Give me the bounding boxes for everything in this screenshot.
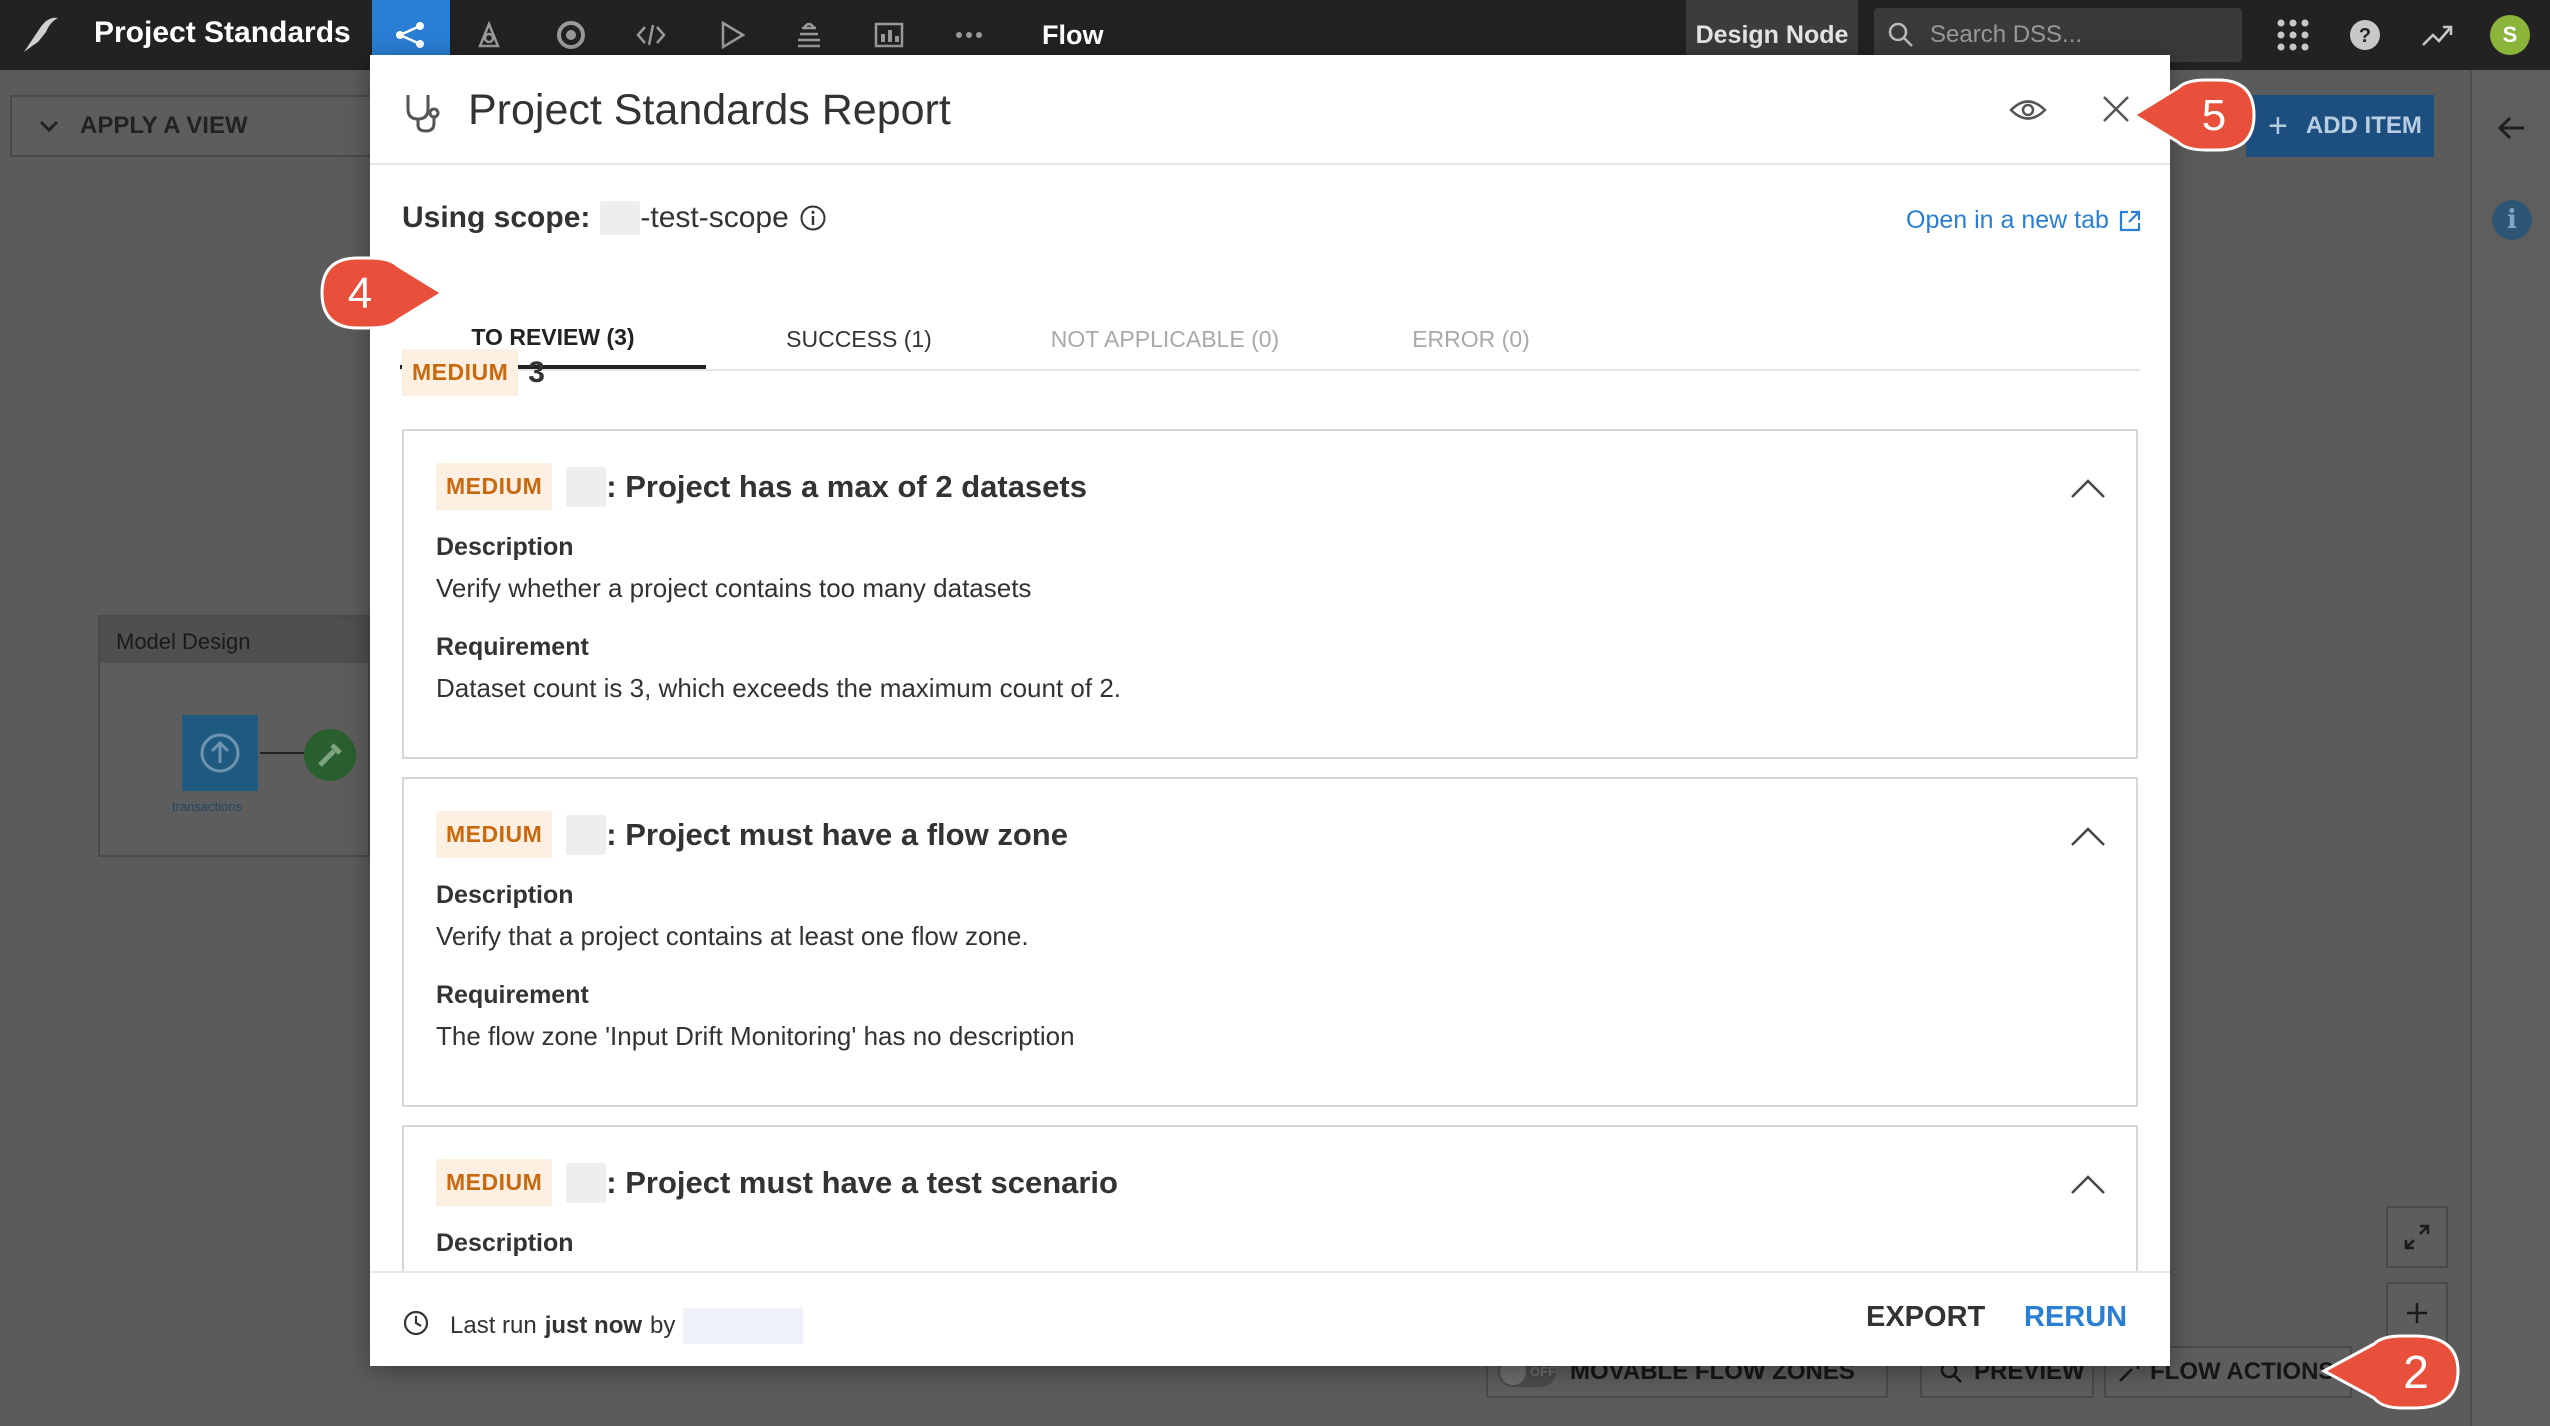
step-number-2: 2 [2403,1346,2429,1398]
current-section-label: Flow [1042,20,1104,50]
redacted-text [566,1162,607,1203]
check-card: MEDIUM : Project must have a flow zone D… [402,777,2138,1107]
search-input[interactable] [1930,16,2230,54]
description-text: Verify whether a project contains too ma… [436,573,1032,603]
info-icon[interactable] [799,204,827,232]
description-text: Verify that a project contains at least … [436,921,1029,951]
checks-list[interactable]: MEDIUM : Project has a max of 2 datasets… [402,429,2142,1291]
dataset-label: transactions [172,799,243,814]
requirement-text: Dataset count is 3, which exceeds the ma… [436,673,1122,703]
check-header[interactable]: MEDIUM : Project has a max of 2 datasets [436,463,1087,510]
description-label: Description [436,881,574,909]
last-run-by: by [650,1312,676,1339]
redacted-text [566,814,607,855]
step-callout-4: 4 [320,256,445,330]
flow-zone-name: Model Design [100,617,368,663]
requirement-text: The flow zone 'Input Drift Monitoring' h… [436,1021,1075,1051]
check-header[interactable]: MEDIUM : Project must have a flow zone [436,811,1068,858]
eye-icon[interactable] [2008,95,2048,125]
apply-view-label: APPLY A VIEW [80,112,248,139]
open-in-new-tab-label: Open in a new tab [1906,206,2109,234]
rerun-button[interactable]: RERUN [2024,1301,2127,1334]
severity-badge: MEDIUM [436,463,553,510]
activity-trend-icon[interactable] [2414,12,2460,58]
redacted-text [600,201,641,235]
plus-icon: + [2268,107,2288,145]
check-card: MEDIUM : Project must have a test scenar… [402,1125,2138,1291]
check-title: : Project must have a flow zone [606,816,1068,852]
requirement-label: Requirement [436,981,589,1009]
scope-line: Using scope: -test-scope [402,201,827,235]
flow-actions-label: FLOW ACTIONS [2150,1358,2335,1385]
tab-success[interactable]: SUCCESS (1) [706,309,1012,369]
step-callout-5: 5 [2131,78,2256,152]
fullscreen-icon[interactable] [2386,1206,2448,1268]
chevron-up-icon[interactable] [2068,1171,2108,1197]
severity-summary: MEDIUM 3 [402,349,545,396]
check-header[interactable]: MEDIUM : Project must have a test scenar… [436,1159,1118,1206]
flow-zone-card[interactable]: Model Design transactions [98,615,370,857]
info-icon[interactable]: i [2492,200,2532,240]
scope-name: -test-scope [640,201,789,234]
requirement-label: Requirement [436,633,589,661]
chevron-down-icon [39,120,59,133]
flow-edge [260,752,304,754]
modal-footer: Last run just now by EXPORT RERUN [370,1271,2170,1366]
open-in-new-tab-link[interactable]: Open in a new tab [1906,206,2143,235]
step-number-5: 5 [2202,91,2226,140]
tab-not-applicable[interactable]: NOT APPLICABLE (0) [1012,309,1318,369]
check-card: MEDIUM : Project has a max of 2 datasets… [402,429,2138,759]
step-number-4: 4 [348,269,372,318]
svg-text:?: ? [2359,25,2371,47]
check-title: : Project has a max of 2 datasets [606,468,1087,504]
export-button[interactable]: EXPORT [1866,1301,1985,1334]
severity-badge: MEDIUM [402,349,519,396]
search-icon [1888,22,1913,47]
toggle-off-label: OFF [1530,1364,1556,1379]
severity-count: 3 [528,355,545,389]
chevron-up-icon[interactable] [2068,475,2108,501]
chevron-up-icon[interactable] [2068,823,2108,849]
stethoscope-icon [406,95,440,133]
dataiku-bird-logo[interactable] [18,12,62,56]
description-label: Description [436,533,574,561]
arrow-left-icon[interactable] [2494,110,2530,146]
apply-view-dropdown[interactable]: APPLY A VIEW [10,95,372,157]
last-run-time: just now [544,1312,643,1339]
check-title: : Project must have a test scenario [606,1164,1118,1200]
dataset-upload-icon[interactable] [182,715,258,791]
apps-grid-icon[interactable] [2270,12,2316,58]
last-run-info: Last run just now by [450,1308,804,1344]
add-item-label: ADD ITEM [2305,112,2422,139]
modal-header: Project Standards Report [370,55,2170,165]
modal-title: Project Standards Report [468,86,951,134]
help-icon[interactable]: ? [2342,12,2388,58]
search-box[interactable] [1874,8,2242,62]
user-avatar[interactable]: S [2490,15,2530,55]
scope-prefix: Using scope: [402,201,591,234]
tab-error[interactable]: ERROR (0) [1318,309,1624,369]
right-sidebar: i [2470,70,2550,1426]
severity-badge: MEDIUM [436,1159,553,1206]
report-tabs: TO REVIEW (3) SUCCESS (1) NOT APPLICABLE… [400,309,2140,371]
recipe-wrench-icon[interactable] [304,729,356,781]
external-link-icon [2119,210,2141,231]
project-standards-modal: Project Standards Report Using scope: -t… [370,55,2170,1366]
description-label: Description [436,1229,574,1257]
step-callout-2: 2 [2320,1334,2460,1410]
redacted-text [566,466,607,507]
last-run-prefix: Last run [450,1312,537,1339]
project-name[interactable]: Project Standards [94,16,351,50]
clock-icon [403,1310,429,1336]
add-item-button[interactable]: + ADD ITEM [2246,95,2434,157]
severity-badge: MEDIUM [436,811,553,858]
redacted-user [683,1308,804,1344]
